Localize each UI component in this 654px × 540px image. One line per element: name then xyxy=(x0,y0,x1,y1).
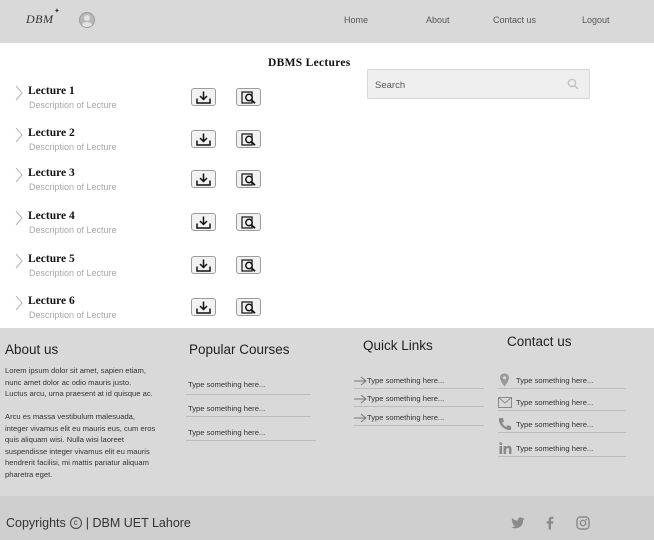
download-icon xyxy=(196,259,211,272)
search-document-icon xyxy=(240,300,256,314)
download-icon xyxy=(196,301,211,314)
contact-item-email[interactable]: Type something here... xyxy=(498,397,626,411)
copyright-bar: Copyrights c | DBM UET Lahore xyxy=(0,496,654,540)
about-paragraph-2: Arcu es massa vestibulum malesuada, inte… xyxy=(5,412,156,479)
contact-item-location[interactable]: Type something here... xyxy=(498,373,626,389)
search-document-icon xyxy=(240,90,256,104)
download-button[interactable] xyxy=(191,298,216,316)
chevron-right-icon[interactable] xyxy=(14,167,24,183)
download-icon xyxy=(196,216,211,229)
location-pin-icon xyxy=(500,373,509,387)
contact-heading: Contact us xyxy=(507,334,572,349)
nav-contact-us[interactable]: Contact us xyxy=(493,15,536,25)
download-button[interactable] xyxy=(191,213,216,231)
instagram-icon[interactable] xyxy=(576,516,590,530)
footer: About us Lorem ipsum dolor sit amet, sap… xyxy=(0,328,654,496)
course-item[interactable]: Type something here... xyxy=(186,403,311,417)
nav-about[interactable]: About xyxy=(426,15,450,25)
download-button[interactable] xyxy=(191,130,216,148)
lecture-item: Lecture 2 Description of Lecture xyxy=(14,127,274,159)
download-button[interactable] xyxy=(191,170,216,188)
lecture-item: Lecture 5 Description of Lecture xyxy=(14,253,274,285)
quick-links-heading: Quick Links xyxy=(363,338,433,353)
contact-item-linkedin[interactable]: Type something here... xyxy=(498,442,626,457)
copyright-suffix: | DBM UET Lahore xyxy=(85,516,191,530)
lecture-description: Description of Lecture xyxy=(29,100,117,110)
linkedin-icon xyxy=(499,442,512,454)
download-button[interactable] xyxy=(191,88,216,106)
user-avatar-icon[interactable] xyxy=(79,12,95,28)
lecture-title[interactable]: Lecture 6 xyxy=(28,295,75,307)
course-divider xyxy=(186,381,311,395)
search-document-icon xyxy=(240,132,256,146)
search-document-icon xyxy=(240,215,256,229)
contact-item-phone[interactable]: Type something here... xyxy=(498,418,626,433)
lecture-description: Description of Lecture xyxy=(29,142,117,152)
copyright-text: Copyrights c | DBM UET Lahore xyxy=(6,516,191,530)
search-input[interactable] xyxy=(375,77,560,93)
twitter-icon[interactable] xyxy=(511,516,525,530)
search-box xyxy=(367,69,590,99)
download-icon xyxy=(196,91,211,104)
search-icon[interactable] xyxy=(567,78,579,90)
lecture-item: Lecture 3 Description of Lecture xyxy=(14,167,274,199)
search-document-icon xyxy=(240,258,256,272)
top-navbar: DBM ✦ Home About Contact us Logout xyxy=(0,0,654,43)
chevron-right-icon[interactable] xyxy=(14,127,24,143)
arrow-right-icon xyxy=(354,394,367,404)
envelope-icon xyxy=(498,397,512,408)
lecture-item: Lecture 1 Description of Lecture xyxy=(14,85,274,117)
download-button[interactable] xyxy=(191,256,216,274)
lecture-item: Lecture 6 Description of Lecture xyxy=(14,295,274,327)
lecture-title[interactable]: Lecture 5 xyxy=(28,253,75,265)
logo-star-icon: ✦ xyxy=(54,8,60,15)
view-button[interactable] xyxy=(236,213,261,231)
nav-logout[interactable]: Logout xyxy=(582,15,610,25)
course-item[interactable]: Type something here... xyxy=(186,427,316,441)
view-button[interactable] xyxy=(236,298,261,316)
view-button[interactable] xyxy=(236,256,261,274)
chevron-right-icon[interactable] xyxy=(14,253,24,269)
arrow-right-icon xyxy=(354,413,367,423)
lecture-description: Description of Lecture xyxy=(29,225,117,235)
copyright-icon: c xyxy=(69,517,82,529)
page-title: DBMS Lectures xyxy=(268,57,351,69)
lecture-title[interactable]: Lecture 1 xyxy=(28,85,75,97)
view-button[interactable] xyxy=(236,170,261,188)
phone-icon xyxy=(498,418,511,431)
arrow-right-icon xyxy=(354,376,367,386)
quick-link-item[interactable]: Type something here... xyxy=(354,412,484,426)
lecture-title[interactable]: Lecture 3 xyxy=(28,167,75,179)
facebook-icon[interactable] xyxy=(543,516,557,530)
download-icon xyxy=(196,173,211,186)
chevron-right-icon[interactable] xyxy=(14,295,24,311)
lecture-description: Description of Lecture xyxy=(29,268,117,278)
lecture-title[interactable]: Lecture 2 xyxy=(28,127,75,139)
view-button[interactable] xyxy=(236,88,261,106)
quick-link-item[interactable]: Type something here... xyxy=(354,393,484,407)
logo[interactable]: DBM xyxy=(26,12,54,27)
chevron-right-icon[interactable] xyxy=(14,210,24,226)
about-paragraph-1: Lorem ipsum dolor sit amet, sapien etiam… xyxy=(5,366,153,399)
lecture-title[interactable]: Lecture 4 xyxy=(28,210,75,222)
quick-link-item[interactable]: Type something here... xyxy=(354,375,484,389)
popular-courses-heading: Popular Courses xyxy=(189,342,290,357)
lecture-description: Description of Lecture xyxy=(29,310,117,320)
search-document-icon xyxy=(240,172,256,186)
lecture-item: Lecture 4 Description of Lecture xyxy=(14,210,274,242)
nav-home[interactable]: Home xyxy=(344,15,368,25)
about-heading: About us xyxy=(5,342,59,357)
chevron-right-icon[interactable] xyxy=(14,85,24,101)
copyright-prefix: Copyrights xyxy=(6,516,66,530)
view-button[interactable] xyxy=(236,130,261,148)
lecture-description: Description of Lecture xyxy=(29,182,117,192)
download-icon xyxy=(196,133,211,146)
